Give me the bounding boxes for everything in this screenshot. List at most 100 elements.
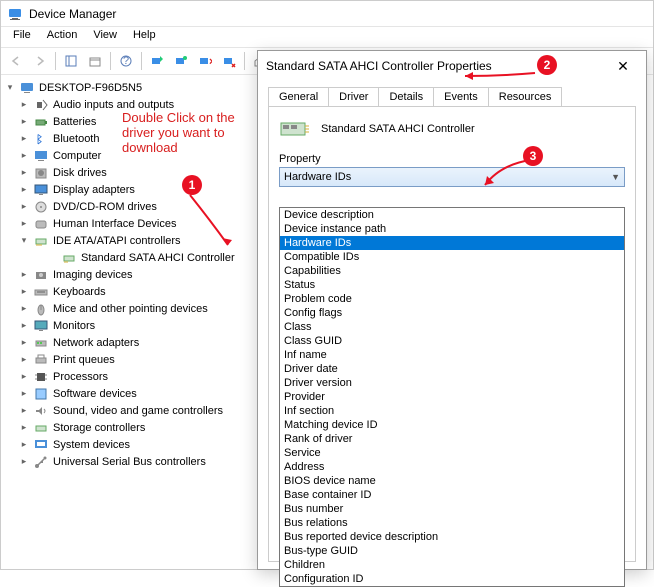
dropdown-option[interactable]: Bus reported device description bbox=[280, 530, 624, 544]
chevron-right-icon[interactable]: ▸ bbox=[17, 438, 31, 452]
dropdown-option[interactable]: Bus number bbox=[280, 502, 624, 516]
toolbar-update[interactable] bbox=[170, 50, 192, 72]
dropdown-option[interactable]: Device description bbox=[280, 208, 624, 222]
ide-child-icon bbox=[61, 250, 77, 266]
toolbar-properties[interactable] bbox=[84, 50, 106, 72]
dropdown-option[interactable]: Problem code bbox=[280, 292, 624, 306]
chevron-right-icon[interactable]: ▸ bbox=[17, 115, 31, 129]
monitor-icon bbox=[33, 318, 49, 334]
toolbar-disable[interactable] bbox=[218, 50, 240, 72]
dropdown-option[interactable]: Device instance path bbox=[280, 222, 624, 236]
chevron-right-icon[interactable]: ▸ bbox=[17, 353, 31, 367]
usb-icon bbox=[33, 454, 49, 470]
tree-node-label: Print queues bbox=[51, 354, 117, 366]
dropdown-option[interactable]: Driver date bbox=[280, 362, 624, 376]
chevron-right-icon[interactable]: ▸ bbox=[17, 455, 31, 469]
chevron-right-icon[interactable]: ▸ bbox=[17, 268, 31, 282]
system-icon bbox=[33, 437, 49, 453]
svg-text:?: ? bbox=[123, 55, 129, 67]
tab-events[interactable]: Events bbox=[434, 87, 489, 106]
chevron-right-icon[interactable]: ▸ bbox=[17, 404, 31, 418]
tree-node-label: DESKTOP-F96D5N5 bbox=[37, 82, 144, 94]
dropdown-option[interactable]: Inf section bbox=[280, 404, 624, 418]
toolbar-help[interactable]: ? bbox=[115, 50, 137, 72]
dropdown-option[interactable]: Config flags bbox=[280, 306, 624, 320]
menu-view[interactable]: View bbox=[85, 27, 125, 47]
tree-node-label: Display adapters bbox=[51, 184, 137, 196]
dropdown-option[interactable]: Service bbox=[280, 446, 624, 460]
chevron-right-icon[interactable]: ▸ bbox=[17, 183, 31, 197]
property-dropdown[interactable]: Device descriptionDevice instance pathHa… bbox=[279, 207, 625, 587]
chevron-right-icon[interactable]: ▸ bbox=[17, 302, 31, 316]
chevron-right-icon[interactable]: ▸ bbox=[17, 370, 31, 384]
dropdown-option[interactable]: Configuration ID bbox=[280, 572, 624, 586]
chevron-right-icon[interactable]: ▸ bbox=[17, 387, 31, 401]
chevron-right-icon[interactable]: ▸ bbox=[17, 98, 31, 112]
toolbar-forward[interactable] bbox=[29, 50, 51, 72]
optical-icon bbox=[33, 199, 49, 215]
toolbar-sep bbox=[141, 52, 142, 70]
ide-icon bbox=[33, 233, 49, 249]
menu-action[interactable]: Action bbox=[39, 27, 86, 47]
dialog-titlebar: Standard SATA AHCI Controller Properties… bbox=[258, 51, 646, 81]
chevron-right-icon[interactable]: ▸ bbox=[17, 200, 31, 214]
tree-node-label: Storage controllers bbox=[51, 422, 147, 434]
dropdown-option[interactable]: Compatible IDs bbox=[280, 250, 624, 264]
menu-help[interactable]: Help bbox=[125, 27, 164, 47]
tree-node-label: Software devices bbox=[51, 388, 139, 400]
toolbar-scan[interactable] bbox=[146, 50, 168, 72]
dropdown-option[interactable]: Bus relations bbox=[280, 516, 624, 530]
menu-file[interactable]: File bbox=[5, 27, 39, 47]
toolbar-sep bbox=[110, 52, 111, 70]
tab-details[interactable]: Details bbox=[379, 87, 434, 106]
dropdown-option[interactable]: Status bbox=[280, 278, 624, 292]
storage-icon bbox=[33, 420, 49, 436]
dropdown-option[interactable]: Matching device ID bbox=[280, 418, 624, 432]
chevron-right-icon[interactable]: ▸ bbox=[17, 132, 31, 146]
app-icon bbox=[7, 6, 23, 22]
chevron-right-icon[interactable]: ▸ bbox=[17, 149, 31, 163]
tab-resources[interactable]: Resources bbox=[489, 87, 563, 106]
dropdown-option[interactable]: Driver version bbox=[280, 376, 624, 390]
tree-node-label: Standard SATA AHCI Controller bbox=[79, 252, 237, 264]
dropdown-option[interactable]: Capabilities bbox=[280, 264, 624, 278]
dropdown-option[interactable]: Provider bbox=[280, 390, 624, 404]
toolbar-back[interactable] bbox=[5, 50, 27, 72]
dialog-title: Standard SATA AHCI Controller Properties bbox=[266, 59, 608, 73]
sound-icon bbox=[33, 403, 49, 419]
dropdown-option[interactable]: Address bbox=[280, 460, 624, 474]
chevron-right-icon[interactable]: ▸ bbox=[17, 285, 31, 299]
dropdown-option[interactable]: Class bbox=[280, 320, 624, 334]
toolbar-uninstall[interactable]: × bbox=[194, 50, 216, 72]
tree-node-label: Monitors bbox=[51, 320, 97, 332]
tab-driver[interactable]: Driver bbox=[329, 87, 379, 106]
toolbar-show-hide[interactable] bbox=[60, 50, 82, 72]
mouse-icon bbox=[33, 301, 49, 317]
chevron-right-icon[interactable]: ▸ bbox=[17, 421, 31, 435]
device-header: Standard SATA AHCI Controller bbox=[279, 117, 625, 141]
chevron-down-icon[interactable]: ▾ bbox=[17, 234, 31, 248]
property-combobox[interactable]: Hardware IDs ▼ bbox=[279, 167, 625, 187]
chevron-right-icon[interactable]: ▸ bbox=[17, 217, 31, 231]
dropdown-option[interactable]: Inf name bbox=[280, 348, 624, 362]
chevron-down-icon[interactable]: ▾ bbox=[3, 81, 17, 95]
dropdown-option[interactable]: Rank of driver bbox=[280, 432, 624, 446]
dropdown-option[interactable]: Base container ID bbox=[280, 488, 624, 502]
chevron-right-icon[interactable]: ▸ bbox=[17, 166, 31, 180]
close-icon[interactable]: ✕ bbox=[608, 53, 638, 79]
battery-icon bbox=[33, 114, 49, 130]
dropdown-option[interactable]: Class GUID bbox=[280, 334, 624, 348]
network-icon bbox=[33, 335, 49, 351]
keyboard-icon bbox=[33, 284, 49, 300]
tree-node-label: Human Interface Devices bbox=[51, 218, 179, 230]
combobox-value: Hardware IDs bbox=[284, 171, 351, 183]
chevron-right-icon[interactable]: ▸ bbox=[17, 319, 31, 333]
chevron-right-icon[interactable]: ▸ bbox=[17, 336, 31, 350]
dropdown-option[interactable]: Hardware IDs bbox=[280, 236, 624, 250]
computer-icon bbox=[19, 80, 35, 96]
dropdown-option[interactable]: Bus-type GUID bbox=[280, 544, 624, 558]
titlebar: Device Manager bbox=[1, 1, 653, 27]
tab-general[interactable]: General bbox=[268, 87, 329, 106]
tree-node-label: Processors bbox=[51, 371, 110, 383]
dropdown-option[interactable]: BIOS device name bbox=[280, 474, 624, 488]
